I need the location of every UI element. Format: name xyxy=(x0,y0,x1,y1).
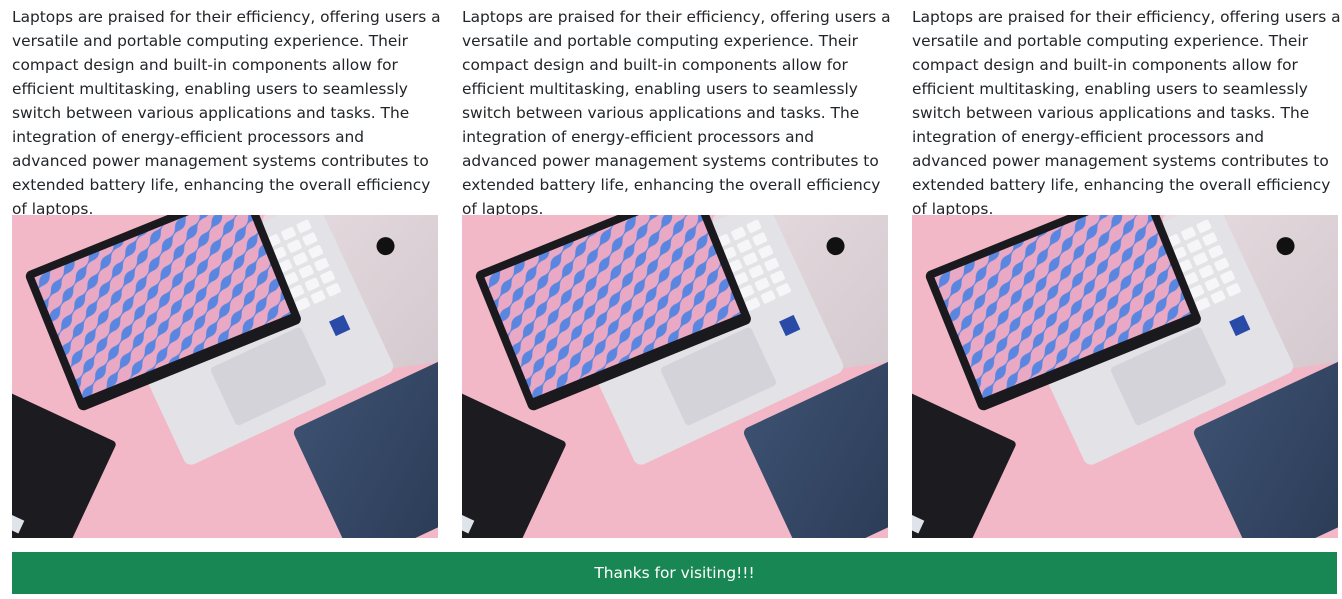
laptops-photo xyxy=(912,215,1338,538)
card-text: Laptops are praised for their efficiency… xyxy=(12,8,441,218)
footer-banner: Thanks for visiting!!! xyxy=(12,552,1337,594)
cards-row: Laptops are praised for their efficiency… xyxy=(12,0,1342,538)
card-3: Laptops are praised for their efficiency… xyxy=(912,0,1341,538)
footer-text: Thanks for visiting!!! xyxy=(594,564,755,582)
card-text: Laptops are praised for their efficiency… xyxy=(912,8,1341,218)
laptops-photo xyxy=(462,215,888,538)
card-1: Laptops are praised for their efficiency… xyxy=(12,0,441,538)
card-text: Laptops are praised for their efficiency… xyxy=(462,8,891,218)
laptops-photo xyxy=(12,215,438,538)
card-2: Laptops are praised for their efficiency… xyxy=(462,0,891,538)
